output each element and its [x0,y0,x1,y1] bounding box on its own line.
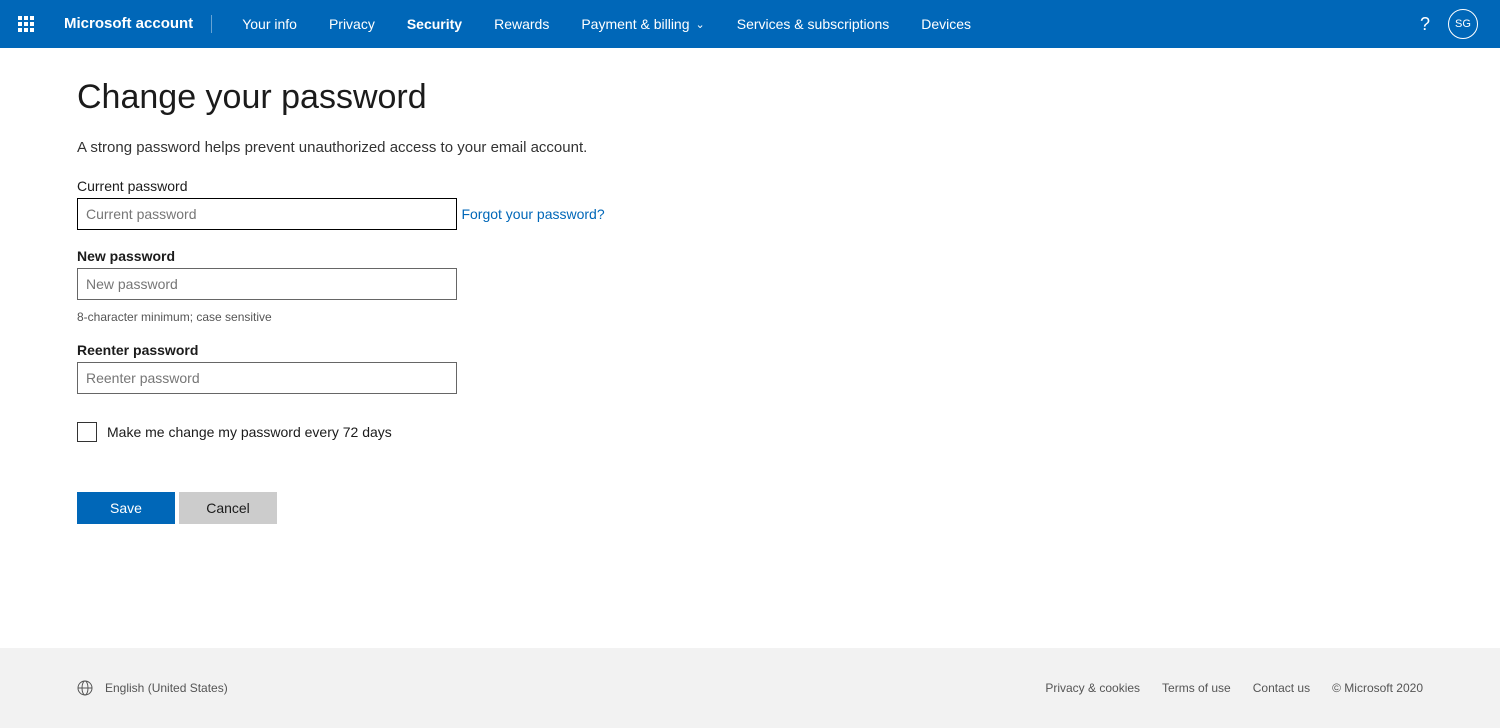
current-password-input[interactable] [77,198,457,230]
page-subtitle: A strong password helps prevent unauthor… [77,139,1500,156]
reenter-password-label: Reenter password [77,342,1500,358]
header-right: ? SG [1420,9,1490,39]
globe-icon [77,680,93,696]
app-launcher-icon[interactable] [10,8,42,40]
current-password-label: Current password [77,178,1500,194]
nav-payment-billing-label: Payment & billing [581,16,689,32]
new-password-label: New password [77,248,1500,264]
new-password-hint: 8-character minimum; case sensitive [77,310,1500,324]
forgot-password-link[interactable]: Forgot your password? [461,206,604,222]
brand-label[interactable]: Microsoft account [64,15,212,33]
reenter-password-group: Reenter password [77,342,1500,394]
page-title: Change your password [77,78,1500,117]
footer-copyright: © Microsoft 2020 [1332,681,1423,695]
footer-terms-link[interactable]: Terms of use [1162,681,1231,695]
footer: English (United States) Privacy & cookie… [0,648,1500,728]
new-password-group: New password 8-character minimum; case s… [77,248,1500,324]
cancel-button[interactable]: Cancel [179,492,277,524]
help-icon[interactable]: ? [1420,14,1430,35]
nav-payment-billing[interactable]: Payment & billing ⌄ [565,0,720,48]
current-password-group: Current password Forgot your password? [77,178,1500,230]
reenter-password-input[interactable] [77,362,457,394]
avatar[interactable]: SG [1448,9,1478,39]
footer-contact-link[interactable]: Contact us [1253,681,1310,695]
save-button[interactable]: Save [77,492,175,524]
nav-privacy[interactable]: Privacy [313,0,391,48]
footer-left: English (United States) [77,680,228,696]
main-content: Change your password A strong password h… [0,48,1500,648]
nav-devices[interactable]: Devices [905,0,987,48]
nav-your-info[interactable]: Your info [226,0,313,48]
periodic-change-checkbox[interactable] [77,422,97,442]
chevron-down-icon: ⌄ [696,18,705,31]
periodic-change-row: Make me change my password every 72 days [77,422,1500,442]
header-bar: Microsoft account Your info Privacy Secu… [0,0,1500,48]
nav-services-subscriptions[interactable]: Services & subscriptions [721,0,906,48]
nav-rewards[interactable]: Rewards [478,0,565,48]
periodic-change-label: Make me change my password every 72 days [107,424,392,440]
footer-privacy-link[interactable]: Privacy & cookies [1045,681,1140,695]
nav: Your info Privacy Security Rewards Payme… [226,0,987,48]
nav-security[interactable]: Security [391,0,478,48]
button-row: Save Cancel [77,492,1500,524]
new-password-input[interactable] [77,268,457,300]
footer-right: Privacy & cookies Terms of use Contact u… [1045,681,1423,695]
locale-label[interactable]: English (United States) [105,681,228,695]
